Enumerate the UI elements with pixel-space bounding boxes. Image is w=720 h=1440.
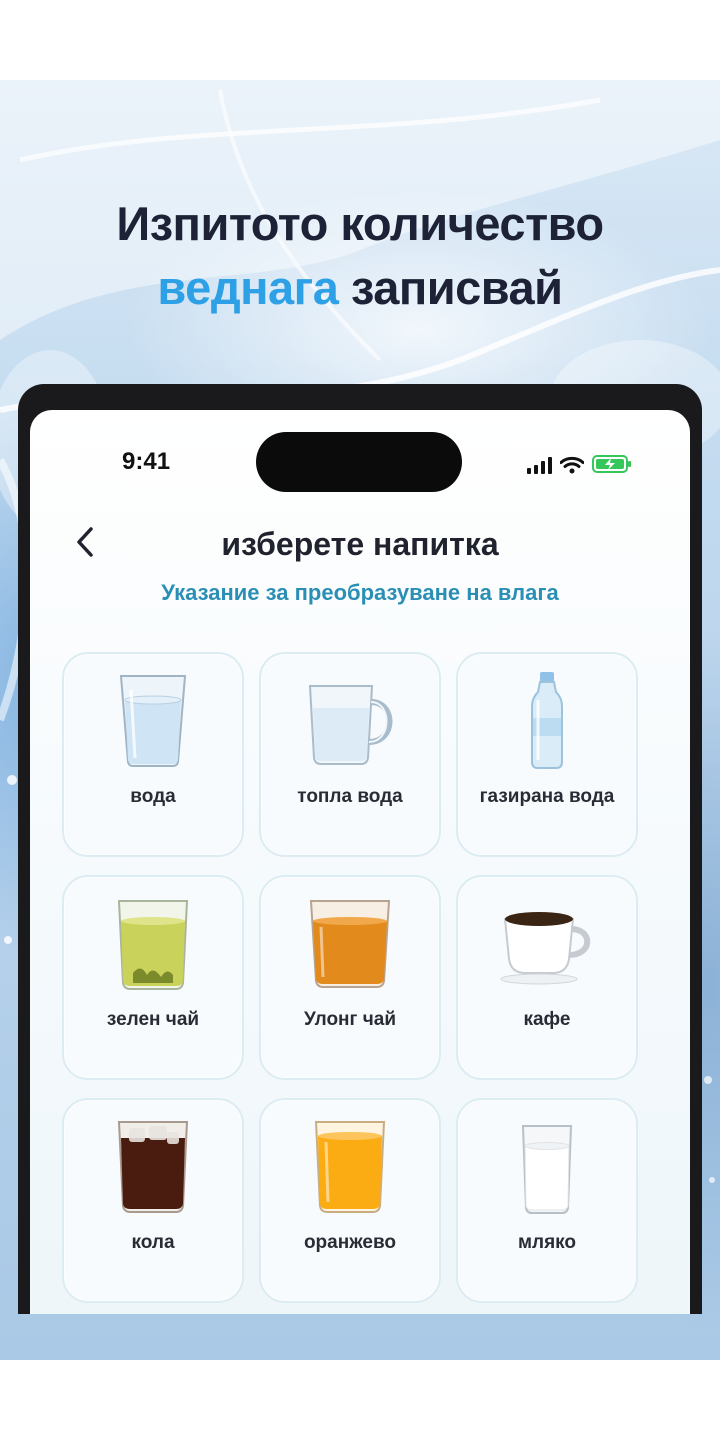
drink-card-sparkling-water[interactable]: газирана вода <box>456 652 638 857</box>
wifi-icon <box>560 456 584 474</box>
drink-grid: вода топла вода газирана вода зелен чай … <box>62 652 642 1303</box>
battery-charging-icon <box>592 455 631 473</box>
drink-card-green-tea[interactable]: зелен чай <box>62 875 244 1080</box>
page-title: изберете напитка <box>221 526 499 562</box>
drink-card-hot-water[interactable]: топла вода <box>259 652 441 857</box>
cellular-signal-icon <box>527 456 552 474</box>
drink-card-orange-juice[interactable]: оранжево <box>259 1098 441 1303</box>
drink-label: зелен чай <box>106 1009 200 1030</box>
moisture-conversion-hint-link[interactable]: Указание за преобразуване на влага <box>30 580 690 606</box>
drink-card-cola[interactable]: кола <box>62 1098 244 1303</box>
headline-line-1: Изпитото количество <box>116 197 604 250</box>
drink-label: Улонг чай <box>304 1009 396 1030</box>
drink-card-water[interactable]: вода <box>62 652 244 857</box>
coffee-cup-icon <box>500 912 591 985</box>
drink-label: топла вода <box>297 786 403 807</box>
drink-label: вода <box>130 786 176 807</box>
sparkling-water-bottle-icon <box>531 672 563 769</box>
status-time: 9:41 <box>122 448 171 475</box>
milk-glass-icon <box>521 1125 573 1214</box>
drink-label: оранжево <box>303 1232 397 1253</box>
drink-label: кафе <box>523 1009 571 1030</box>
headline-line-2: веднага записвай <box>0 256 720 320</box>
drink-label: кола <box>131 1232 175 1253</box>
water-glass-icon <box>119 675 187 767</box>
drink-card-milk[interactable]: мляко <box>456 1098 638 1303</box>
oolong-tea-glass-icon <box>309 900 391 988</box>
drink-label: газирана вода <box>479 786 615 807</box>
phone-screen: 9:41 изберете напитка Указание за преобр… <box>30 410 690 1314</box>
orange-juice-glass-icon <box>314 1121 386 1213</box>
headline-rest: записвай <box>338 261 563 314</box>
dynamic-island <box>256 432 462 492</box>
hot-water-mug-icon <box>308 685 393 765</box>
status-icons <box>527 454 632 474</box>
phone-frame: 9:41 изберете напитка Указание за преобр… <box>18 384 702 1314</box>
headline-accent: веднага <box>157 261 339 314</box>
drink-label: мляко <box>517 1232 577 1253</box>
promo-headline: Изпитото количество веднага записвай <box>0 192 720 320</box>
cola-glass-icon <box>117 1121 189 1213</box>
green-tea-glass-icon <box>117 900 189 990</box>
drink-card-coffee[interactable]: кафе <box>456 875 638 1080</box>
drink-card-oolong-tea[interactable]: Улонг чай <box>259 875 441 1080</box>
